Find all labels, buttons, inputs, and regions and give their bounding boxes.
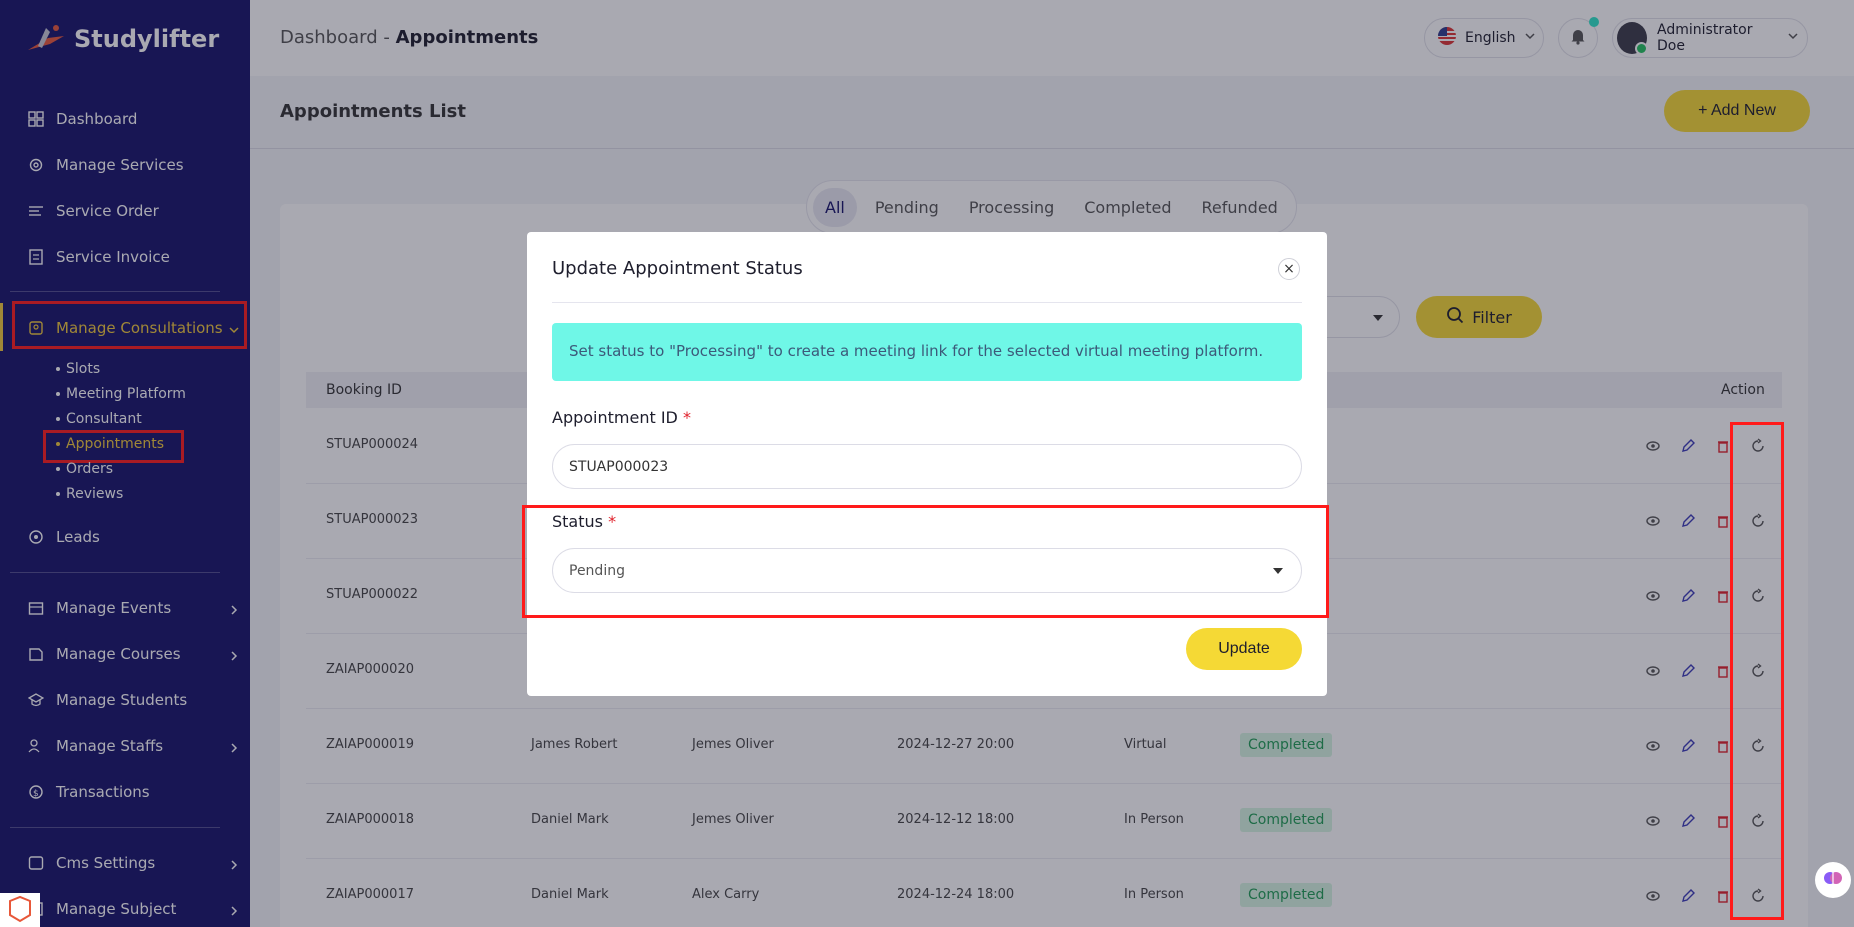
close-icon: ×	[1283, 261, 1295, 277]
status-label: Status *	[552, 512, 616, 531]
info-notice: Set status to "Processing" to create a m…	[552, 323, 1302, 381]
assistant-button[interactable]	[1815, 862, 1851, 898]
required-mark: *	[608, 512, 617, 531]
appointment-id-value: STUAP000023	[569, 458, 669, 475]
label-text: Appointment ID	[552, 408, 678, 427]
modal-divider	[552, 302, 1302, 303]
status-select[interactable]: Pending	[552, 548, 1302, 593]
update-status-modal: Update Appointment Status × Set status t…	[527, 232, 1327, 696]
label-text: Status	[552, 512, 603, 531]
appointment-id-label: Appointment ID *	[552, 408, 691, 427]
close-button[interactable]: ×	[1278, 258, 1300, 280]
status-value: Pending	[569, 562, 625, 579]
modal-title: Update Appointment Status	[552, 258, 803, 279]
update-button[interactable]: Update	[1186, 628, 1302, 670]
brain-icon	[1823, 868, 1843, 892]
required-mark: *	[682, 408, 691, 427]
appointment-id-input[interactable]: STUAP000023	[552, 444, 1302, 489]
laravel-icon	[0, 893, 40, 927]
caret-down-icon	[1273, 568, 1283, 574]
